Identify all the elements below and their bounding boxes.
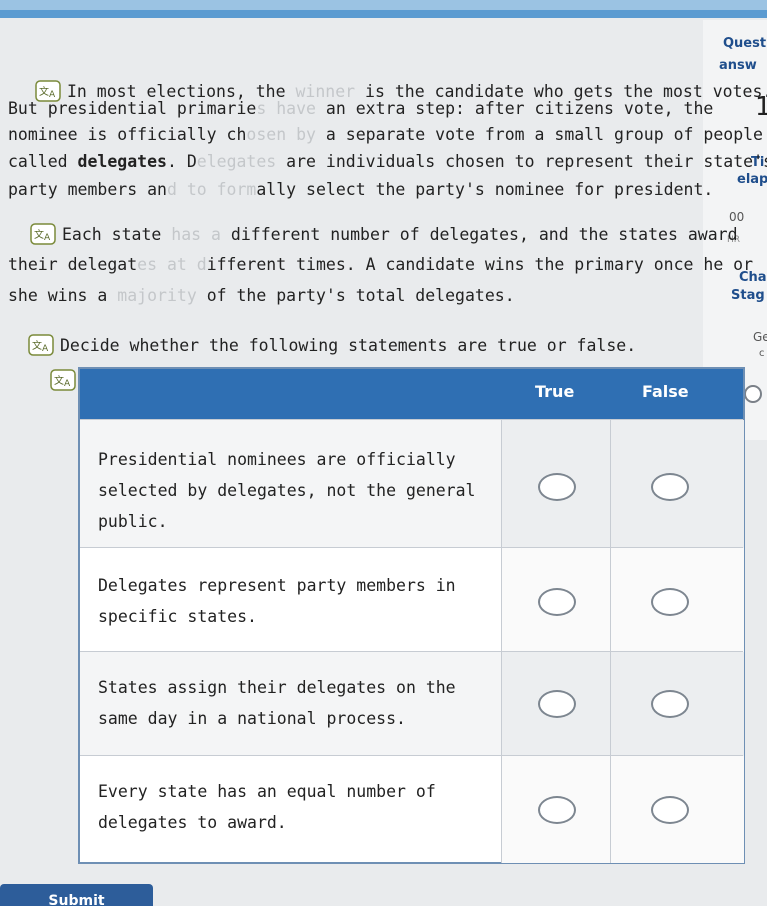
- radio-false[interactable]: [651, 473, 689, 501]
- radio-true[interactable]: [538, 473, 576, 501]
- true-false-table: 文A True False Presidential nominees are …: [50, 367, 745, 864]
- translate-icon[interactable]: 文A: [30, 223, 56, 245]
- stage-label: Stag: [731, 288, 765, 303]
- get-label: Ge: [753, 330, 767, 344]
- delegates-term: delegates: [77, 152, 167, 171]
- sidebar-help-circle[interactable]: [744, 385, 762, 403]
- radio-true[interactable]: [538, 796, 576, 824]
- svg-text:文: 文: [34, 228, 44, 241]
- svg-text:A: A: [42, 344, 49, 354]
- statement-text: Every state has an equal number of delega…: [98, 782, 436, 832]
- statement-text: Delegates represent party members in spec…: [98, 576, 456, 626]
- svg-text:A: A: [44, 233, 51, 243]
- radio-false[interactable]: [651, 588, 689, 616]
- radio-true[interactable]: [538, 588, 576, 616]
- radio-false[interactable]: [651, 796, 689, 824]
- table-row: Presidential nominees are officially sele…: [80, 419, 744, 548]
- column-header-true: True: [535, 382, 575, 401]
- radio-false[interactable]: [651, 690, 689, 718]
- statement-text: States assign their delegates on the same…: [98, 678, 456, 728]
- table-row: Every state has an equal number of delega…: [80, 755, 744, 863]
- answer-label: answ: [719, 58, 757, 73]
- column-header-false: False: [642, 382, 689, 401]
- elapsed-label: elap: [737, 172, 767, 187]
- table-row: States assign their delegates on the same…: [80, 651, 744, 756]
- table-row: Delegates represent party members in spec…: [80, 547, 744, 652]
- table-header: 文A True False: [50, 369, 743, 419]
- svg-text:文: 文: [32, 339, 42, 352]
- statement-text: Presidential nominees are officially sele…: [98, 450, 476, 531]
- small-label: c: [759, 348, 765, 359]
- svg-text:文: 文: [54, 374, 64, 387]
- submit-button[interactable]: Submit: [0, 884, 153, 906]
- svg-text:文: 文: [39, 85, 49, 98]
- radio-true[interactable]: [538, 690, 576, 718]
- svg-text:A: A: [64, 379, 71, 389]
- question-label: Quest: [723, 36, 767, 51]
- timer-value: 00: [729, 210, 745, 224]
- translate-icon[interactable]: 文A: [50, 369, 76, 391]
- translate-icon[interactable]: 文A: [28, 334, 54, 356]
